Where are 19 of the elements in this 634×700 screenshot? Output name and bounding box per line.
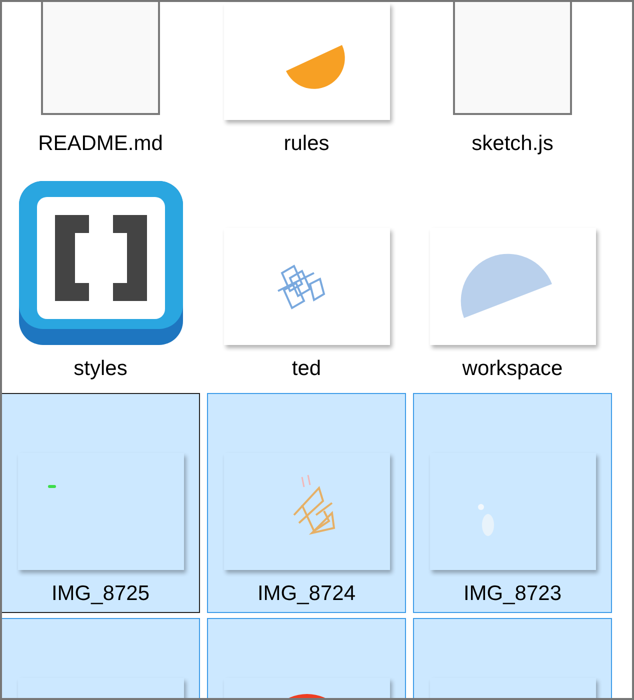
file-name: workspace <box>462 356 563 382</box>
file-tile[interactable]: sketch.js <box>413 2 612 163</box>
file-name: sketch.js <box>472 131 554 157</box>
file-name: IMG_8725 <box>51 581 150 607</box>
file-tile[interactable]: IMG_8723 <box>413 393 612 613</box>
file-tile[interactable]: IMG_8724 <box>207 393 406 613</box>
app-icon <box>18 181 182 345</box>
file-tile[interactable]: styles <box>2 168 200 388</box>
file-name: IMG_8724 <box>257 581 356 607</box>
file-tile[interactable]: rules <box>207 2 406 163</box>
file-tile[interactable]: workspace <box>413 168 612 388</box>
file-name: ted <box>292 356 322 382</box>
file-name: styles <box>74 356 128 382</box>
file-name: IMG_8723 <box>463 581 562 607</box>
file-name: README.md <box>38 131 163 157</box>
file-tile[interactable]: README.md <box>2 2 200 163</box>
file-name: rules <box>284 131 330 157</box>
file-tile[interactable]: IMG_8725 <box>2 393 200 613</box>
file-tile[interactable]: ted <box>207 168 406 388</box>
